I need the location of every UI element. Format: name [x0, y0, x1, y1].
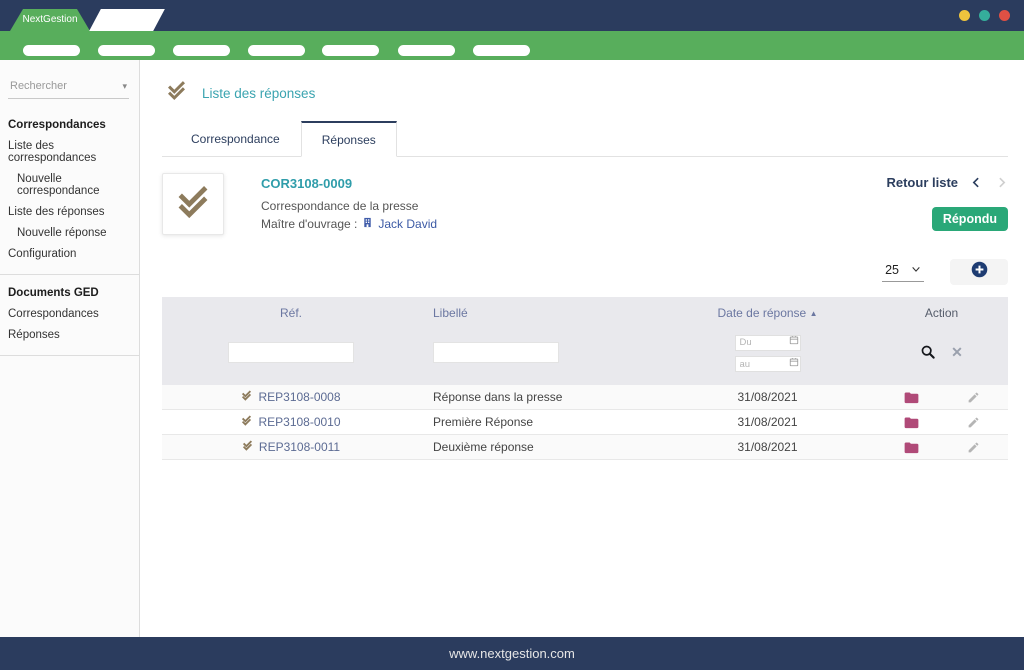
record-owner-link[interactable]: Jack David [378, 217, 437, 231]
record-thumbnail [162, 173, 224, 235]
sidebar-item-liste-des-reponses[interactable]: Liste des réponses [0, 202, 139, 223]
divider [0, 355, 139, 356]
tab-correspondance[interactable]: Correspondance [170, 121, 301, 157]
record-card: COR3108-0009 Correspondance de la presse… [162, 173, 1008, 235]
footer: www.nextgestion.com [0, 637, 1024, 670]
column-header-ref[interactable]: Réf. [162, 306, 420, 320]
tab-bar: Correspondance Réponses [162, 121, 1008, 157]
nav-pill[interactable] [398, 45, 455, 56]
response-label: Première Réponse [420, 415, 660, 429]
record-reference: COR3108-0009 [261, 176, 437, 191]
search-select[interactable]: Rechercher ▾ [8, 78, 129, 99]
sidebar-header-correspondances: Correspondances [0, 115, 139, 136]
clear-icon[interactable]: ✕ [951, 344, 963, 361]
response-date: 31/08/2021 [660, 390, 875, 404]
chevron-down-icon [911, 263, 921, 277]
sidebar-item-liste-des-correspondances[interactable]: Liste des correspondances [0, 136, 139, 169]
pencil-icon[interactable] [967, 441, 980, 454]
plus-icon [971, 261, 988, 283]
folder-icon[interactable] [904, 391, 919, 404]
title-bar: NextGestion [0, 0, 1024, 31]
footer-url: www.nextgestion.com [449, 646, 575, 661]
back-to-list-link[interactable]: Retour liste [886, 175, 958, 190]
chevron-left-icon[interactable] [970, 176, 983, 189]
double-check-icon [242, 440, 253, 454]
app-logo: NextGestion [10, 9, 90, 31]
nav-pill[interactable] [248, 45, 305, 56]
divider [0, 274, 139, 275]
record-subtitle: Correspondance de la presse [261, 199, 437, 213]
response-date: 31/08/2021 [660, 415, 875, 429]
sidebar-item-ged-correspondances[interactable]: Correspondances [0, 304, 139, 325]
response-ref-link[interactable]: REP3108-0011 [259, 440, 340, 454]
response-date: 31/08/2021 [660, 440, 875, 454]
nav-pill[interactable] [473, 45, 530, 56]
decorative-shape [89, 9, 165, 31]
sidebar-header-documents-ged: Documents GED [0, 283, 139, 304]
double-check-icon [241, 415, 252, 429]
nav-pill[interactable] [23, 45, 80, 56]
main-content: Liste des réponses Correspondance Répons… [140, 60, 1024, 637]
page-size-select[interactable]: 25 [882, 263, 924, 282]
sidebar-item-nouvelle-correspondance[interactable]: Nouvelle correspondance [0, 169, 139, 202]
response-ref-link[interactable]: REP3108-0008 [258, 390, 340, 404]
page-size-value: 25 [885, 263, 899, 277]
tab-reponses[interactable]: Réponses [301, 121, 397, 157]
pencil-icon[interactable] [967, 391, 980, 404]
double-check-icon [241, 390, 252, 404]
responses-table: Réf. Libellé Date de réponse ▲ Action [162, 297, 1008, 460]
table-row: REP3108-0011 Deuxième réponse 31/08/2021 [162, 435, 1008, 460]
column-header-libelle[interactable]: Libellé [420, 306, 660, 320]
folder-icon[interactable] [904, 416, 919, 429]
sidebar-item-ged-reponses[interactable]: Réponses [0, 325, 139, 346]
search-placeholder: Rechercher [10, 80, 67, 92]
sidebar: Rechercher ▾ Correspondances Liste des c… [0, 60, 140, 637]
response-label: Réponse dans la presse [420, 390, 660, 404]
status-badge[interactable]: Répondu [932, 207, 1008, 231]
table-row: REP3108-0008 Réponse dans la presse 31/0… [162, 385, 1008, 410]
main-nav-bar [0, 31, 1024, 60]
table-row: REP3108-0010 Première Réponse 31/08/2021 [162, 410, 1008, 435]
maximize-button[interactable] [979, 10, 990, 21]
calendar-icon[interactable] [789, 357, 799, 367]
pencil-icon[interactable] [967, 416, 980, 429]
sidebar-item-configuration[interactable]: Configuration [0, 244, 139, 265]
column-header-date[interactable]: Date de réponse ▲ [660, 306, 875, 320]
close-button[interactable] [999, 10, 1010, 21]
sidebar-item-nouvelle-reponse[interactable]: Nouvelle réponse [0, 223, 139, 244]
building-icon [362, 217, 373, 231]
minimize-button[interactable] [959, 10, 970, 21]
column-header-action: Action [875, 306, 1008, 320]
record-owner-label: Maître d'ouvrage : [261, 217, 357, 231]
double-check-icon [166, 80, 187, 106]
search-icon[interactable] [920, 344, 936, 360]
nav-pill[interactable] [173, 45, 230, 56]
nav-pill[interactable] [322, 45, 379, 56]
chevron-right-icon[interactable] [995, 176, 1008, 189]
chevron-down-icon: ▾ [122, 81, 127, 92]
calendar-icon[interactable] [789, 335, 799, 345]
window-controls [959, 10, 1010, 21]
filter-ref-input[interactable] [228, 342, 354, 363]
sort-asc-icon: ▲ [810, 309, 818, 318]
response-ref-link[interactable]: REP3108-0010 [258, 415, 340, 429]
double-check-icon [175, 184, 211, 225]
nav-pill[interactable] [98, 45, 155, 56]
page-title: Liste des réponses [202, 86, 315, 101]
add-response-button[interactable] [950, 259, 1008, 285]
filter-libelle-input[interactable] [433, 342, 559, 363]
folder-icon[interactable] [904, 441, 919, 454]
response-label: Deuxième réponse [420, 440, 660, 454]
